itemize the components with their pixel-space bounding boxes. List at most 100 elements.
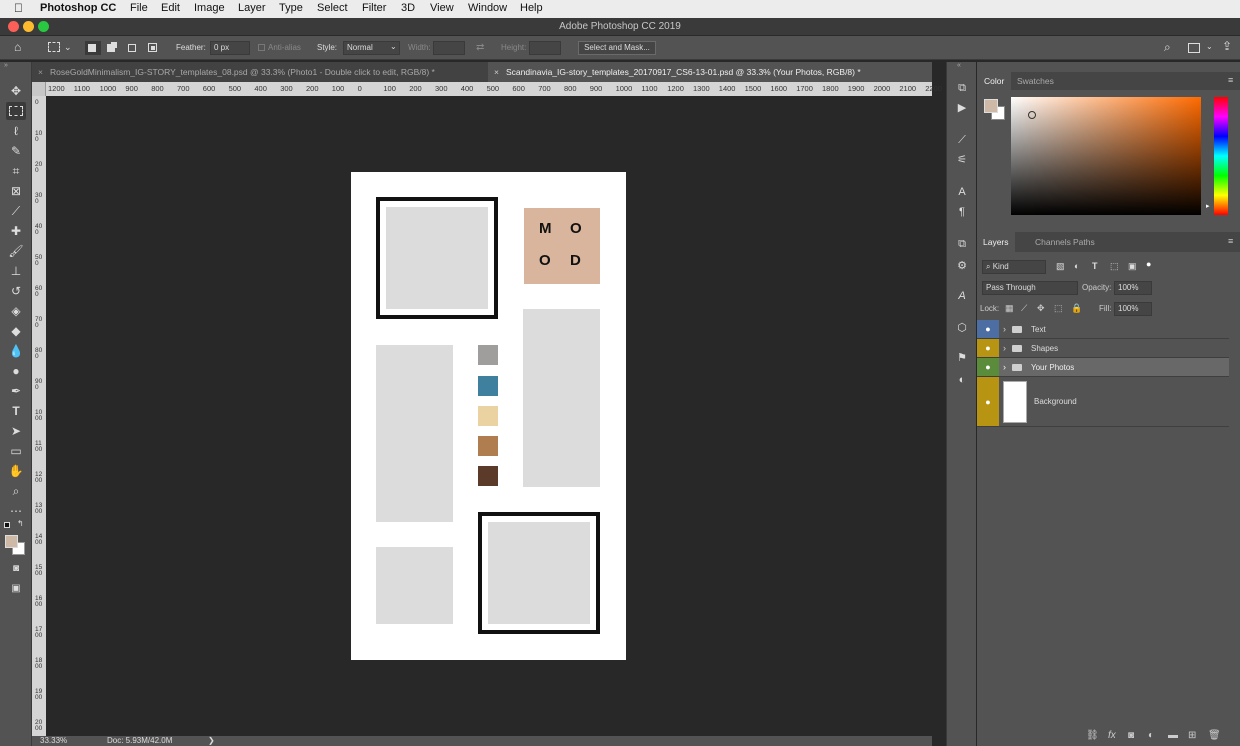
add-selection-icon[interactable] <box>107 44 115 52</box>
apple-icon[interactable]:  <box>14 1 23 15</box>
color-field[interactable] <box>1011 97 1201 215</box>
lock-all-icon[interactable]: 🔒 <box>1071 303 1082 314</box>
document-tab-2[interactable]: × Scandinavia_IG-story_templates_2017091… <box>488 62 932 82</box>
menu-select[interactable]: Select <box>317 2 348 14</box>
paragraph-panel-icon[interactable]: ¶ <box>953 204 971 220</box>
tab-channels[interactable]: Channels <box>1035 232 1071 252</box>
lock-artboard-icon[interactable]: ⬚ <box>1054 303 1063 314</box>
paint-bucket-tool-icon[interactable]: ◆ <box>6 322 26 340</box>
expand-chevron-icon[interactable]: › <box>1003 358 1006 377</box>
3d-panel-icon[interactable]: ⬡ <box>953 320 971 336</box>
opacity-input[interactable]: 100% <box>1114 281 1152 295</box>
tab-layers[interactable]: Layers <box>977 232 1015 252</box>
character-panel-icon[interactable]: A <box>953 184 971 200</box>
link-layers-icon[interactable]: ⛓ <box>1086 730 1099 741</box>
width-input[interactable] <box>433 41 465 55</box>
type-tool-icon[interactable]: T <box>6 402 26 420</box>
menu-type[interactable]: Type <box>279 2 303 14</box>
close-tab-icon[interactable]: × <box>38 62 43 82</box>
chevron-down-icon[interactable]: ⌄ <box>64 42 72 53</box>
status-menu-arrow[interactable]: ❯ <box>208 736 215 745</box>
swap-icon[interactable]: ⇄ <box>476 42 484 53</box>
height-input[interactable] <box>529 41 561 55</box>
new-selection-icon[interactable] <box>85 41 101 55</box>
mood-block[interactable] <box>524 208 600 284</box>
expand-chevron-icon[interactable]: › <box>1003 339 1006 358</box>
menu-help[interactable]: Help <box>520 2 543 14</box>
menu-image[interactable]: Image <box>194 2 225 14</box>
menu-3d[interactable]: 3D <box>401 2 415 14</box>
eye-icon[interactable]: ● <box>977 358 999 376</box>
layer-row-text[interactable]: ● › Text <box>977 320 1229 339</box>
layer-filter-select[interactable]: ⌕ Kind <box>982 260 1046 274</box>
screen-mode-icon[interactable]: ▣ <box>6 580 26 598</box>
glyphs-panel-icon[interactable]: A <box>953 288 971 304</box>
close-tab-icon[interactable]: × <box>494 62 499 82</box>
brush-settings-icon[interactable]: ⚟ <box>953 152 971 168</box>
properties-panel-icon[interactable]: ⚙ <box>953 258 971 274</box>
app-name[interactable]: Photoshop CC <box>40 2 116 14</box>
menu-window[interactable]: Window <box>468 2 507 14</box>
dodge-tool-icon[interactable]: ● <box>6 362 26 380</box>
filter-shape-icon[interactable]: ⬚ <box>1110 261 1119 272</box>
lasso-tool-icon[interactable]: ℓ <box>6 122 26 140</box>
move-tool-icon[interactable]: ✥ <box>6 82 26 100</box>
fill-input[interactable]: 100% <box>1114 302 1152 316</box>
intersect-selection-icon[interactable] <box>148 43 157 52</box>
add-mask-icon[interactable]: ◙ <box>1128 730 1134 741</box>
expand-chevron-icon[interactable]: › <box>1003 320 1006 339</box>
more-tools-icon[interactable]: ⋯ <box>6 502 26 520</box>
panel-menu-icon[interactable]: ≡ <box>1228 236 1233 246</box>
frame-tool-icon[interactable]: ⊠ <box>6 182 26 200</box>
share-icon[interactable]: ⇪ <box>1222 39 1232 53</box>
panel-menu-icon[interactable]: ≡ <box>1228 75 1233 85</box>
search-icon[interactable]: ⌕ <box>1164 40 1171 55</box>
zoom-level[interactable]: 33.33% <box>40 736 67 745</box>
collapse-toolbar-icon[interactable]: » <box>4 62 8 69</box>
quick-mask-icon[interactable]: ◙ <box>6 560 26 578</box>
menu-layer[interactable]: Layer <box>238 2 266 14</box>
quick-selection-tool-icon[interactable]: ✎ <box>6 142 26 160</box>
blur-tool-icon[interactable]: 💧 <box>6 342 26 360</box>
layer-style-icon[interactable]: fx <box>1108 730 1116 741</box>
crop-tool-icon[interactable]: ⌗ <box>6 162 26 180</box>
zoom-tool-icon[interactable]: ⌕ <box>6 482 26 500</box>
layer-row-shapes[interactable]: ● › Shapes <box>977 339 1229 358</box>
filter-pixel-icon[interactable]: ▧ <box>1056 261 1065 272</box>
path-selection-tool-icon[interactable]: ➤ <box>6 422 26 440</box>
default-colors-icon[interactable] <box>4 522 10 528</box>
menu-filter[interactable]: Filter <box>362 2 386 14</box>
photo-placeholder-small-left[interactable] <box>376 547 453 624</box>
photo-frame-top-left[interactable] <box>376 197 498 319</box>
eraser-tool-icon[interactable]: ◈ <box>6 302 26 320</box>
layer-row-your-photos[interactable]: ● › Your Photos <box>977 358 1229 377</box>
marquee-preset-icon[interactable] <box>48 42 60 52</box>
layer-comps-icon[interactable]: ⧉ <box>953 236 971 252</box>
tab-swatches[interactable]: Swatches <box>1017 72 1054 90</box>
select-and-mask-button[interactable]: Select and Mask... <box>578 41 656 55</box>
swap-colors-icon[interactable]: ↰ <box>17 519 24 528</box>
clone-stamp-tool-icon[interactable]: ⊥ <box>6 262 26 280</box>
eye-icon[interactable]: ● <box>977 377 999 426</box>
tab-paths[interactable]: Paths <box>1073 232 1095 252</box>
lock-transparent-icon[interactable]: ▦ <box>1005 303 1014 314</box>
brush-tool-icon[interactable]: 🖌 <box>6 242 26 260</box>
eye-icon[interactable]: ● <box>977 339 999 357</box>
workspace-icon[interactable] <box>1188 43 1200 53</box>
rectangle-tool-icon[interactable]: ▭ <box>6 442 26 460</box>
color-picker-handle[interactable] <box>1028 111 1036 119</box>
blend-mode-select[interactable]: Pass Through <box>982 281 1078 295</box>
eyedropper-tool-icon[interactable]: ⟋ <box>6 202 26 220</box>
hue-slider[interactable] <box>1214 97 1228 215</box>
libraries-panel-icon[interactable]: ⚑ <box>953 350 971 366</box>
new-group-icon[interactable]: ▬ <box>1168 730 1178 741</box>
document-tab-1[interactable]: × RoseGoldMinimalism_IG-STORY_templates_… <box>32 62 488 82</box>
actions-panel-icon[interactable]: ▶ <box>953 100 971 116</box>
tab-color[interactable]: Color <box>977 72 1012 90</box>
adjustments-panel-icon[interactable]: ◐ <box>953 372 971 388</box>
color-fg-swatch[interactable] <box>984 99 998 113</box>
workspace-chevron-icon[interactable]: ⌄ <box>1206 42 1213 51</box>
feather-input[interactable]: 0 px <box>210 41 250 55</box>
new-adjustment-layer-icon[interactable]: ◐ <box>1148 730 1154 741</box>
subtract-selection-icon[interactable] <box>128 44 136 52</box>
